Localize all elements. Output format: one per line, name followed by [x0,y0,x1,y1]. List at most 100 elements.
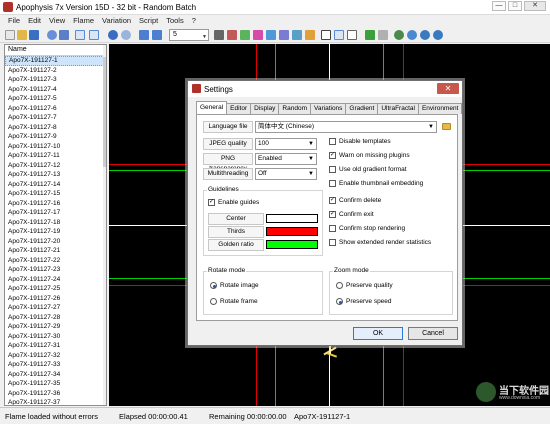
view-icon[interactable] [139,30,149,40]
list-item[interactable]: Apo7X-191127-16 [5,199,106,209]
list-item[interactable]: Apo7X-191127-4 [5,85,106,95]
close-button[interactable]: ✕ [524,1,546,11]
canvas-icon[interactable] [292,30,302,40]
new-icon[interactable] [5,30,15,40]
list-item[interactable]: Apo7X-191127-29 [5,322,106,332]
rotate-frame-radio[interactable]: Rotate frame [210,298,258,305]
golden-color-swatch[interactable] [266,240,318,249]
confirm-stop-rendering-checkbox[interactable]: Confirm stop rendering [329,225,405,232]
list-item[interactable]: Apo7X-191127-33 [5,360,106,370]
confirm-exit-checkbox[interactable]: ✓ Confirm exit [329,211,374,218]
frame-icon[interactable] [347,30,357,40]
pan-icon[interactable] [394,30,404,40]
transform-icon[interactable] [305,30,315,40]
list-item[interactable]: Apo7X-191127-30 [5,332,106,342]
list-item[interactable]: Apo7X-191127-13 [5,170,106,180]
preserve-speed-radio[interactable]: Preserve speed [336,298,392,305]
list-item[interactable]: Apo7X-191127-37 [5,398,106,405]
tab-ultrafractal[interactable]: UltraFractal [377,103,419,114]
maximize-button[interactable]: □ [508,1,522,11]
list-item[interactable]: Apo7X-191127-12 [5,161,106,171]
old-gradient-format-checkbox[interactable]: Use old gradient format [329,166,407,173]
randomize-icon[interactable] [59,30,69,40]
ok-button[interactable]: OK [353,327,403,340]
center-color-swatch[interactable] [266,214,318,223]
list-item[interactable]: Apo7X-191127-9 [5,132,106,142]
list-item[interactable]: Apo7X-191127-2 [5,66,106,76]
menu-help[interactable]: ? [188,15,200,27]
undo-icon[interactable] [108,30,118,40]
warn-missing-plugins-checkbox[interactable]: ✓ Warn on missing plugins [329,152,410,159]
zoom-in-icon[interactable] [420,30,430,40]
menu-view[interactable]: View [45,15,69,27]
preserve-quality-radio[interactable]: Preserve quality [336,282,393,289]
mutate-icon[interactable] [240,30,250,40]
thumbnail-view-icon[interactable] [89,30,99,40]
list-item[interactable]: Apo7X-191127-28 [5,313,106,323]
list-item[interactable]: Apo7X-191127-1 [5,56,106,66]
enable-guides-checkbox[interactable]: ✓ Enable guides [208,199,259,206]
zoom-out-icon[interactable] [433,30,443,40]
list-item[interactable]: Apo7X-191127-24 [5,275,106,285]
minimize-button[interactable]: — [492,1,506,11]
redo-icon[interactable] [121,30,131,40]
list-item[interactable]: Apo7X-191127-26 [5,294,106,304]
cancel-button[interactable]: Cancel [408,327,458,340]
confirm-delete-checkbox[interactable]: ✓ Confirm delete [329,197,381,204]
select-icon[interactable] [334,30,344,40]
list-scrollbar-thumb[interactable] [103,57,106,167]
tab-gradient[interactable]: Gradient [345,103,379,114]
gradient-icon[interactable] [253,30,263,40]
list-item[interactable]: Apo7X-191127-18 [5,218,106,228]
grid-icon[interactable] [321,30,331,40]
rotate-image-radio[interactable]: Rotate image [210,282,259,289]
edit-icon[interactable] [227,30,237,40]
list-header-name[interactable]: Name [5,45,106,56]
thirds-color-swatch[interactable] [266,227,318,236]
list-item[interactable]: Apo7X-191127-5 [5,94,106,104]
save-icon[interactable] [29,30,39,40]
rotate-icon[interactable] [407,30,417,40]
list-item[interactable]: Apo7X-191127-7 [5,113,106,123]
tab-general[interactable]: General [196,101,228,114]
menu-tools[interactable]: Tools [162,15,188,27]
list-item[interactable]: Apo7X-191127-17 [5,208,106,218]
list-item[interactable]: Apo7X-191127-20 [5,237,106,247]
thumbnail-embedding-checkbox[interactable]: Enable thumbnail embedding [329,180,423,187]
list-item[interactable]: Apo7X-191127-31 [5,341,106,351]
list-item[interactable]: Apo7X-191127-32 [5,351,106,361]
list-item[interactable]: Apo7X-191127-36 [5,389,106,399]
menu-flame[interactable]: Flame [69,15,98,27]
list-item[interactable]: Apo7X-191127-34 [5,370,106,380]
list-item[interactable]: Apo7X-191127-10 [5,142,106,152]
tab-variations[interactable]: Variations [310,103,347,114]
folder-icon[interactable] [442,123,451,130]
list-item[interactable]: Apo7X-191127-19 [5,227,106,237]
adjust-icon[interactable] [266,30,276,40]
list-item[interactable]: Apo7X-191127-22 [5,256,106,266]
tab-display[interactable]: Display [250,103,280,114]
menu-variation[interactable]: Variation [98,15,135,27]
extended-render-stats-checkbox[interactable]: Show extended render statistics [329,239,431,246]
list-item[interactable]: Apo7X-191127-35 [5,379,106,389]
play-icon[interactable] [365,30,375,40]
list-item[interactable]: Apo7X-191127-14 [5,180,106,190]
stop-icon[interactable] [378,30,388,40]
list-item[interactable]: Apo7X-191127-25 [5,284,106,294]
menu-file[interactable]: File [4,15,24,27]
tab-editor[interactable]: Editor [226,103,252,114]
list-view-icon[interactable] [75,30,85,40]
dialog-title-bar[interactable]: Settings ✕ [188,81,462,97]
list-item[interactable]: Apo7X-191127-27 [5,303,106,313]
list-item[interactable]: Apo7X-191127-3 [5,75,106,85]
menu-script[interactable]: Script [135,15,162,27]
list-item[interactable]: Apo7X-191127-21 [5,246,106,256]
jpeg-quality-select[interactable]: 100 ▼ [255,138,317,150]
open-icon[interactable] [17,30,27,40]
list-item[interactable]: Apo7X-191127-23 [5,265,106,275]
png-transparency-select[interactable]: Enabled ▼ [255,153,317,165]
flame-list[interactable]: Name Apo7X-191127-1 Apo7X-191127-2 Apo7X-1… [4,44,107,406]
menu-edit[interactable]: Edit [24,15,45,27]
disable-templates-checkbox[interactable]: Disable templates [329,138,391,145]
editor-icon[interactable] [279,30,289,40]
